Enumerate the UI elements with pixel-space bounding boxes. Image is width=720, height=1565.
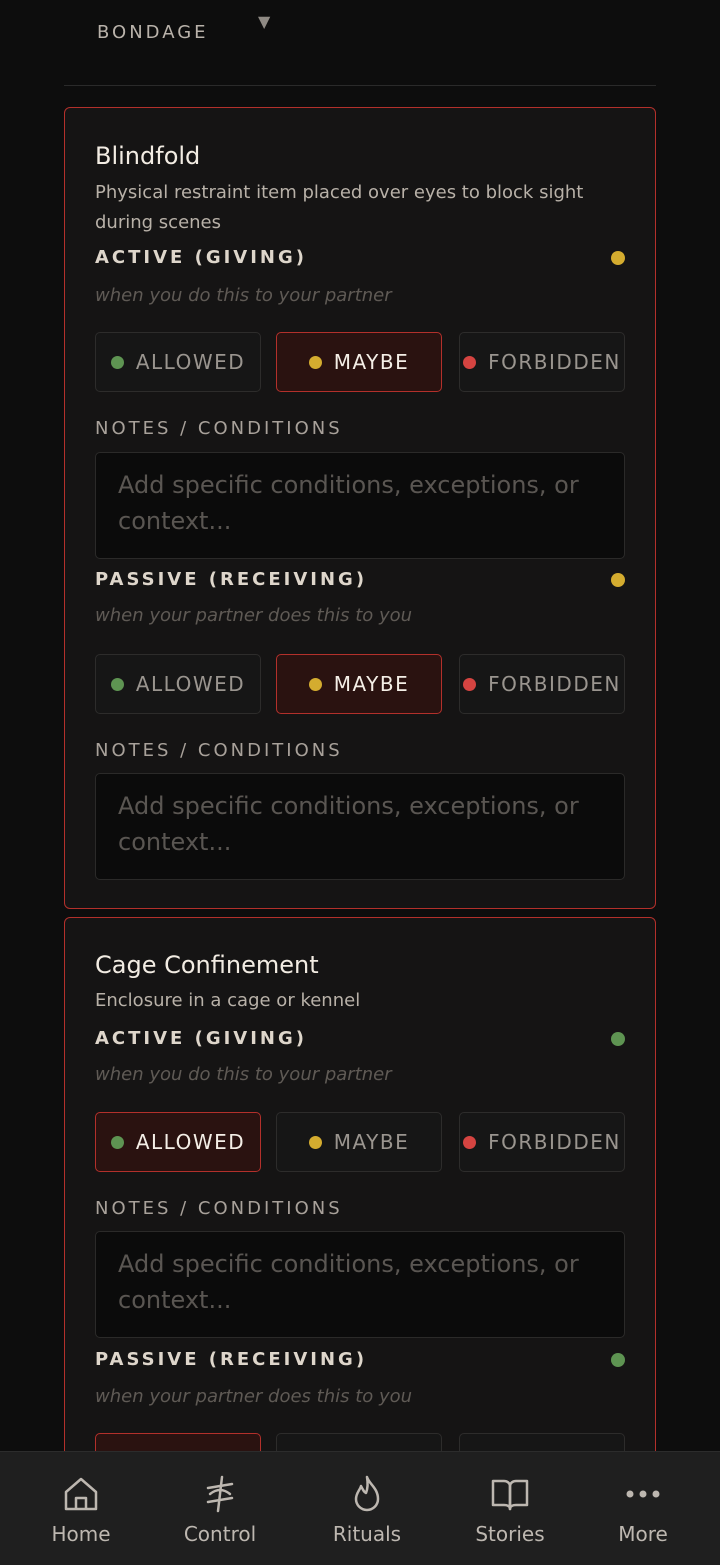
active-role-label: ACTIVE (GIVING) <box>95 247 308 268</box>
choice-label: MAYBE <box>333 1130 410 1154</box>
active-notes-field[interactable]: Add specific conditions, exceptions, or … <box>95 1231 625 1338</box>
more-icon <box>621 1472 665 1516</box>
bottom-navigation: Home Control Rituals Stories More <box>0 1451 720 1565</box>
active-allowed-button[interactable]: ALLOWED <box>95 332 261 392</box>
choice-label: FORBIDDEN <box>488 672 621 696</box>
active-allowed-button[interactable]: ALLOWED <box>95 1112 261 1172</box>
active-maybe-button[interactable]: MAYBE <box>276 332 442 392</box>
active-forbidden-button[interactable]: FORBIDDEN <box>459 1112 625 1172</box>
nav-rituals[interactable]: Rituals <box>295 1452 439 1565</box>
passive-notes-label: NOTES / CONDITIONS <box>95 740 343 761</box>
passive-role-label: PASSIVE (RECEIVING) <box>95 1349 368 1370</box>
home-icon <box>59 1472 103 1516</box>
forbidden-dot-icon <box>463 677 477 691</box>
passive-maybe-button[interactable]: MAYBE <box>276 654 442 714</box>
passive-status-dot <box>611 573 625 587</box>
active-notes-field[interactable]: Add specific conditions, exceptions, or … <box>95 452 625 559</box>
choice-label: ALLOWED <box>135 350 246 374</box>
passive-role-label: PASSIVE (RECEIVING) <box>95 569 368 590</box>
choice-label: MAYBE <box>333 672 410 696</box>
passive-status-dot <box>611 1353 625 1367</box>
passive-role-subtitle: when your partner does this to you <box>95 605 413 626</box>
item-description: Physical restraint item placed over eyes… <box>95 182 584 233</box>
passive-forbidden-button[interactable]: FORBIDDEN <box>459 654 625 714</box>
active-status-dot <box>611 1032 625 1046</box>
flame-icon <box>345 1472 389 1516</box>
category-title: BONDAGE <box>97 22 209 43</box>
choice-label: MAYBE <box>333 350 410 374</box>
nav-label: Rituals <box>332 1522 402 1546</box>
active-role-label: ACTIVE (GIVING) <box>95 1028 308 1049</box>
active-maybe-button[interactable]: MAYBE <box>276 1112 442 1172</box>
control-icon <box>198 1472 242 1516</box>
limits-page: BONDAGE ▼ Blindfold Physical restraint i… <box>0 0 720 1565</box>
book-icon <box>488 1472 532 1516</box>
active-notes-label: NOTES / CONDITIONS <box>95 418 343 439</box>
active-status-dot <box>611 251 625 265</box>
passive-allowed-button[interactable]: ALLOWED <box>95 654 261 714</box>
nav-control[interactable]: Control <box>148 1452 292 1565</box>
nav-more[interactable]: More <box>571 1452 715 1565</box>
active-notes-label: NOTES / CONDITIONS <box>95 1198 343 1219</box>
nav-home[interactable]: Home <box>9 1452 153 1565</box>
nav-label: Stories <box>475 1522 545 1546</box>
category-dropdown[interactable]: BONDAGE ▼ <box>64 0 656 86</box>
item-title: Cage Confinement <box>95 951 319 979</box>
allowed-dot-icon <box>110 1135 124 1149</box>
active-role-subtitle: when you do this to your partner <box>95 1064 392 1085</box>
nav-label: Control <box>183 1522 257 1546</box>
nav-label: More <box>618 1522 668 1546</box>
choice-label: FORBIDDEN <box>488 1130 621 1154</box>
forbidden-dot-icon <box>463 1135 477 1149</box>
maybe-dot-icon <box>308 677 322 691</box>
item-title: Blindfold <box>95 142 201 170</box>
maybe-dot-icon <box>308 1135 322 1149</box>
item-description: Enclosure in a cage or kennel <box>95 990 361 1011</box>
choice-label: ALLOWED <box>135 672 246 696</box>
choice-label: FORBIDDEN <box>488 350 621 374</box>
forbidden-dot-icon <box>463 355 477 369</box>
allowed-dot-icon <box>110 355 124 369</box>
passive-notes-field[interactable]: Add specific conditions, exceptions, or … <box>95 773 625 880</box>
chevron-down-icon[interactable]: ▼ <box>258 12 270 31</box>
active-forbidden-button[interactable]: FORBIDDEN <box>459 332 625 392</box>
passive-role-subtitle: when your partner does this to you <box>95 1386 413 1407</box>
active-role-subtitle: when you do this to your partner <box>95 285 392 306</box>
limit-card-blindfold: Blindfold Physical restraint item placed… <box>64 107 656 909</box>
choice-label: ALLOWED <box>135 1130 246 1154</box>
nav-label: Home <box>51 1522 111 1546</box>
nav-stories[interactable]: Stories <box>438 1452 582 1565</box>
maybe-dot-icon <box>308 355 322 369</box>
allowed-dot-icon <box>110 677 124 691</box>
